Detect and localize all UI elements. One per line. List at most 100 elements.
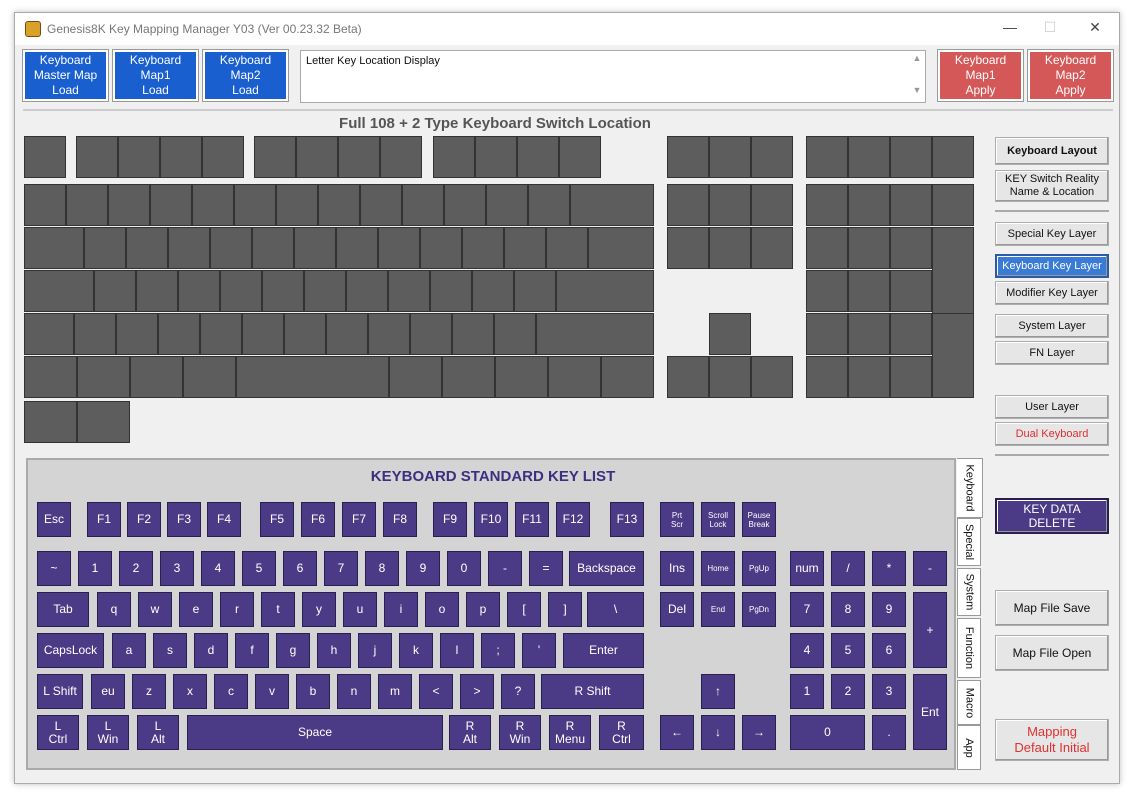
key-f2[interactable]: F2: [127, 502, 161, 537]
switch-slot[interactable]: [709, 313, 751, 355]
switch-slot[interactable]: [667, 227, 709, 269]
key-backspace[interactable]: Backspace: [569, 551, 644, 586]
switch-slot[interactable]: [338, 136, 380, 178]
switch-slot[interactable]: [66, 184, 108, 226]
key-enter[interactable]: Enter: [563, 633, 644, 668]
key-switch-reality-button[interactable]: KEY Switch Reality Name & Location: [995, 170, 1109, 202]
map2-apply-button[interactable]: Keyboard Map2 Apply: [1027, 49, 1114, 102]
modifier-key-layer-button[interactable]: Modifier Key Layer: [995, 281, 1109, 305]
keyboard-key-layer-button[interactable]: Keyboard Key Layer: [995, 254, 1109, 278]
switch-slot[interactable]: [318, 184, 360, 226]
switch-slot[interactable]: [76, 136, 118, 178]
key-c[interactable]: c: [214, 674, 248, 709]
key-pgdn[interactable]: PgDn: [742, 592, 776, 627]
switch-slot[interactable]: [806, 313, 848, 355]
key-k0[interactable]: 0: [790, 715, 865, 750]
tab-function[interactable]: Function: [957, 618, 981, 678]
switch-slot[interactable]: [24, 313, 74, 355]
switch-slot[interactable]: [262, 270, 304, 312]
key-n1[interactable]: 1: [78, 551, 112, 586]
switch-slot[interactable]: [84, 227, 126, 269]
key-f5[interactable]: F5: [260, 502, 294, 537]
key-k1[interactable]: 1: [790, 674, 824, 709]
switch-slot[interactable]: [667, 356, 709, 398]
switch-slot[interactable]: [848, 313, 890, 355]
key-k[interactable]: k: [399, 633, 433, 668]
key-f6[interactable]: F6: [301, 502, 335, 537]
switch-slot[interactable]: [118, 136, 160, 178]
key-rwin[interactable]: R Win: [499, 715, 541, 750]
switch-slot[interactable]: [24, 184, 66, 226]
scroll-up-icon[interactable]: ▲: [909, 53, 925, 63]
switch-slot[interactable]: [410, 313, 452, 355]
switch-slot[interactable]: [430, 270, 472, 312]
key-n4[interactable]: 4: [201, 551, 235, 586]
key-lalt[interactable]: L Alt: [137, 715, 179, 750]
key-k4[interactable]: 4: [790, 633, 824, 668]
map1-load-button[interactable]: Keyboard Map1 Load: [112, 49, 199, 102]
switch-slot[interactable]: [254, 136, 296, 178]
key-num[interactable]: num: [790, 551, 824, 586]
tab-app[interactable]: App: [957, 725, 981, 770]
switch-slot[interactable]: [932, 136, 974, 178]
switch-slot[interactable]: [890, 313, 932, 355]
key-s[interactable]: s: [153, 633, 187, 668]
key-n0[interactable]: 0: [447, 551, 481, 586]
switch-slot[interactable]: [210, 227, 252, 269]
letter-key-display[interactable]: Letter Key Location Display ▲ ▼: [300, 50, 926, 103]
key-scroll[interactable]: Scroll Lock: [701, 502, 735, 537]
special-key-layer-button[interactable]: Special Key Layer: [995, 222, 1109, 246]
switch-slot[interactable]: [495, 356, 548, 398]
switch-slot[interactable]: [667, 184, 709, 226]
close-button[interactable]: ✕: [1085, 19, 1105, 36]
switch-slot[interactable]: [588, 227, 654, 269]
display-scrollbar[interactable]: ▲ ▼: [909, 51, 925, 102]
switch-slot[interactable]: [183, 356, 236, 398]
key-j[interactable]: j: [358, 633, 392, 668]
switch-slot[interactable]: [178, 270, 220, 312]
key-g[interactable]: g: [276, 633, 310, 668]
key-w[interactable]: w: [138, 592, 172, 627]
switch-slot[interactable]: [667, 136, 709, 178]
key-down[interactable]: ↓: [701, 715, 735, 750]
key-home[interactable]: Home: [701, 551, 735, 586]
switch-slot[interactable]: [444, 184, 486, 226]
switch-slot[interactable]: [192, 184, 234, 226]
switch-slot[interactable]: [284, 313, 326, 355]
tab-system[interactable]: System: [957, 568, 981, 616]
switch-slot[interactable]: [806, 227, 848, 269]
switch-slot[interactable]: [452, 313, 494, 355]
switch-slot[interactable]: [234, 184, 276, 226]
switch-slot[interactable]: [160, 136, 202, 178]
switch-slot[interactable]: [433, 136, 475, 178]
key-lctrl[interactable]: L Ctrl: [37, 715, 79, 750]
key-kdot[interactable]: .: [872, 715, 906, 750]
key-f3[interactable]: F3: [167, 502, 201, 537]
key-n7[interactable]: 7: [324, 551, 358, 586]
minimize-button[interactable]: —: [1000, 19, 1020, 35]
switch-slot[interactable]: [528, 184, 570, 226]
switch-slot[interactable]: [514, 270, 556, 312]
key-end[interactable]: End: [701, 592, 735, 627]
key-k2[interactable]: 2: [831, 674, 865, 709]
key-rbr[interactable]: ]: [548, 592, 582, 627]
key-tab[interactable]: Tab: [37, 592, 89, 627]
key-lshift[interactable]: L Shift: [37, 674, 83, 709]
switch-slot[interactable]: [24, 227, 84, 269]
system-layer-button[interactable]: System Layer: [995, 314, 1109, 338]
key-n8[interactable]: 8: [365, 551, 399, 586]
master-map-load-button[interactable]: Keyboard Master Map Load: [22, 49, 109, 102]
switch-slot[interactable]: [890, 227, 932, 269]
switch-slot[interactable]: [751, 136, 793, 178]
user-layer-button[interactable]: User Layer: [995, 395, 1109, 419]
switch-slot[interactable]: [388, 270, 430, 312]
map-file-open-button[interactable]: Map File Open: [995, 635, 1109, 671]
key-k5[interactable]: 5: [831, 633, 865, 668]
key-x[interactable]: x: [173, 674, 207, 709]
fn-layer-button[interactable]: FN Layer: [995, 341, 1109, 365]
switch-slot[interactable]: [932, 184, 974, 226]
key-f1[interactable]: F1: [87, 502, 121, 537]
switch-slot[interactable]: [848, 136, 890, 178]
switch-slot[interactable]: [890, 356, 932, 398]
switch-slot[interactable]: [158, 313, 200, 355]
